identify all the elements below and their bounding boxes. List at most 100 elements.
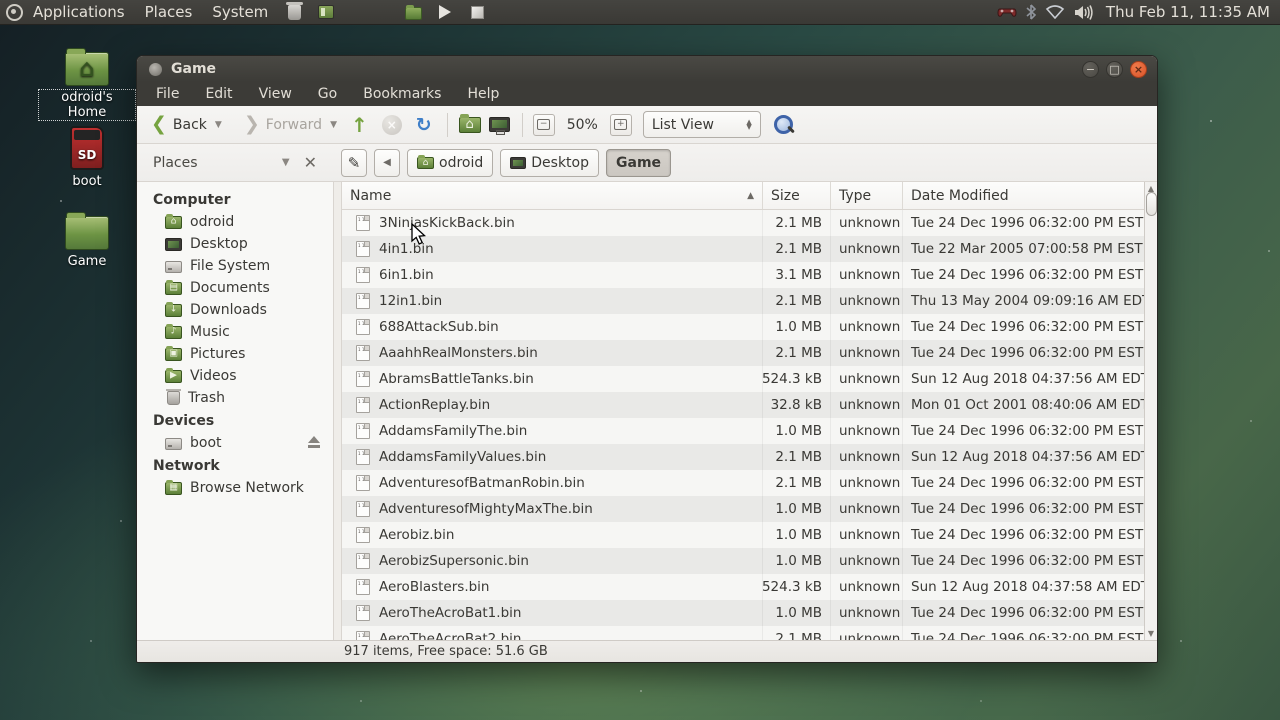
file-row[interactable]: 1 10 101AeroBlasters.bin524.3 kBunknownS…	[342, 574, 1144, 600]
search-icon[interactable]	[773, 114, 795, 136]
file-row[interactable]: 1 10 101AerobizSupersonic.bin1.0 MBunkno…	[342, 548, 1144, 574]
window-title: Game	[171, 61, 216, 77]
eject-icon[interactable]	[307, 436, 321, 448]
stop-load-button[interactable]: ×	[382, 115, 402, 135]
column-header-date[interactable]: Date Modified	[903, 182, 1144, 209]
clock[interactable]: Thu Feb 11, 11:35 AM	[1106, 3, 1270, 21]
edit-path-button[interactable]: ✎	[341, 149, 367, 177]
scroll-down-icon[interactable]: ▼	[1148, 629, 1154, 638]
file-row[interactable]: 1 10 101AaahhRealMonsters.bin2.1 MBunkno…	[342, 340, 1144, 366]
file-row[interactable]: 1 10 101AdventuresofMightyMaxThe.bin1.0 …	[342, 496, 1144, 522]
menu-applications[interactable]: Applications	[23, 0, 135, 25]
sidebar-item-file-system[interactable]: File System	[137, 255, 333, 277]
file-row[interactable]: 1 10 101Aerobiz.bin1.0 MBunknownTue 24 D…	[342, 522, 1144, 548]
sidebar-item-browse-network[interactable]: ▦Browse Network	[137, 477, 333, 499]
menu-places[interactable]: Places	[135, 0, 203, 25]
sidebar-item-pictures[interactable]: ▣Pictures	[137, 343, 333, 365]
back-button[interactable]: ❮ Back ▼	[145, 112, 228, 137]
videos-folder-icon: ▶	[165, 370, 182, 383]
sidebar-item-documents[interactable]: ▤Documents	[137, 277, 333, 299]
sidebar-section-computer: Computer	[137, 188, 333, 211]
view-mode-select[interactable]: List View ▲▼	[643, 111, 761, 138]
volume-icon[interactable]	[1074, 5, 1094, 20]
menu-bookmarks[interactable]: Bookmarks	[352, 86, 452, 102]
wifi-icon[interactable]	[1045, 5, 1065, 19]
file-type: unknown	[831, 418, 903, 444]
desktop-icon-boot[interactable]: SD boot	[39, 126, 135, 189]
zoom-out-button[interactable]: −	[533, 114, 555, 136]
trash-icon[interactable]	[283, 2, 305, 22]
path-scroll-left-button[interactable]: ◀	[374, 149, 400, 177]
sidebar-item-music[interactable]: ♪Music	[137, 321, 333, 343]
home-button[interactable]: ⌂	[455, 112, 485, 138]
pane-splitter[interactable]	[333, 182, 342, 640]
minimize-button[interactable]: −	[1082, 61, 1099, 78]
sidebar-item-desktop[interactable]: Desktop	[137, 233, 333, 255]
maximize-button[interactable]: □	[1106, 61, 1123, 78]
up-button[interactable]: ↑	[343, 113, 376, 137]
desktop-icon	[165, 238, 182, 251]
column-header-type[interactable]: Type	[831, 182, 903, 209]
file-row[interactable]: 1 10 101AbramsBattleTanks.bin524.3 kBunk…	[342, 366, 1144, 392]
desktop-button[interactable]	[485, 112, 515, 138]
titlebar[interactable]: Game − □ ×	[137, 56, 1157, 82]
file-row[interactable]: 1 10 101AddamsFamilyThe.bin1.0 MBunknown…	[342, 418, 1144, 444]
menu-go[interactable]: Go	[307, 86, 348, 102]
menu-view[interactable]: View	[248, 86, 303, 102]
sidebar-item-downloads[interactable]: ↓Downloads	[137, 299, 333, 321]
menu-system[interactable]: System	[202, 0, 278, 25]
file-type: unknown	[831, 262, 903, 288]
column-header-size[interactable]: Size	[763, 182, 831, 209]
file-name: AeroTheAcroBat1.bin	[379, 605, 521, 621]
file-row[interactable]: 1 10 101AeroTheAcroBat2.bin2.1 MBunknown…	[342, 626, 1144, 640]
sidebar-item-label: Trash	[188, 390, 225, 406]
menu-file[interactable]: File	[145, 86, 190, 102]
forward-dropdown-icon[interactable]: ▼	[330, 120, 337, 130]
sidebar-item-trash[interactable]: Trash	[137, 387, 333, 409]
file-date-modified: Tue 24 Dec 1996 06:32:00 PM EST	[903, 496, 1144, 522]
file-manager-icon[interactable]	[402, 2, 424, 22]
path-segment-odroid[interactable]: ⌂ odroid	[407, 149, 493, 177]
distro-logo-icon[interactable]	[6, 4, 23, 21]
file-row[interactable]: 1 10 1013NinjasKickBack.bin2.1 MBunknown…	[342, 210, 1144, 236]
bluetooth-icon[interactable]	[1026, 4, 1036, 20]
zoom-in-button[interactable]: +	[610, 114, 632, 136]
play-icon[interactable]	[434, 2, 456, 22]
stop-icon[interactable]	[466, 2, 488, 22]
sidebar-item-odroid[interactable]: ⌂odroid	[137, 211, 333, 233]
file-row[interactable]: 1 10 101AeroTheAcroBat1.bin1.0 MBunknown…	[342, 600, 1144, 626]
desktop-icon-home[interactable]: ⌂ odroid's Home	[39, 52, 135, 120]
show-desktop-icon[interactable]	[315, 2, 337, 22]
path-segment-game[interactable]: Game	[606, 149, 671, 177]
vertical-scrollbar[interactable]: ▲ ▼	[1144, 182, 1157, 640]
file-row[interactable]: 1 10 10112in1.bin2.1 MBunknownThu 13 May…	[342, 288, 1144, 314]
menubar: File Edit View Go Bookmarks Help	[137, 82, 1157, 106]
file-row[interactable]: 1 10 1014in1.bin2.1 MBunknownTue 22 Mar …	[342, 236, 1144, 262]
file-date-modified: Tue 24 Dec 1996 06:32:00 PM EST	[903, 210, 1144, 236]
file-row[interactable]: 1 10 1016in1.bin3.1 MBunknownTue 24 Dec …	[342, 262, 1144, 288]
forward-button[interactable]: ❯ Forward ▼	[238, 112, 343, 137]
desktop-icon-game[interactable]: Game	[39, 216, 135, 269]
places-dropdown-icon[interactable]: ▼	[282, 157, 290, 168]
column-header-name[interactable]: Name ▲	[342, 182, 763, 209]
refresh-button[interactable]: ↻	[408, 114, 440, 136]
file-name: AaahhRealMonsters.bin	[379, 345, 538, 361]
menu-help[interactable]: Help	[456, 86, 510, 102]
places-header: Places ▼ ✕	[137, 153, 333, 172]
scrollbar-thumb[interactable]	[1146, 192, 1157, 216]
sort-ascending-icon: ▲	[747, 191, 754, 201]
file-row[interactable]: 1 10 101ActionReplay.bin32.8 kBunknownMo…	[342, 392, 1144, 418]
file-row[interactable]: 1 10 101AddamsFamilyValues.bin2.1 MBunkn…	[342, 444, 1144, 470]
file-row[interactable]: 1 10 101AdventuresofBatmanRobin.bin2.1 M…	[342, 470, 1144, 496]
sidebar-item-boot[interactable]: boot	[137, 432, 333, 454]
path-segment-desktop[interactable]: Desktop	[500, 149, 599, 177]
file-row[interactable]: 1 10 101688AttackSub.bin1.0 MBunknownTue…	[342, 314, 1144, 340]
file-date-modified: Tue 24 Dec 1996 06:32:00 PM EST	[903, 548, 1144, 574]
gamepad-icon[interactable]	[997, 5, 1017, 19]
places-close-icon[interactable]: ✕	[304, 153, 317, 172]
file-date-modified: Tue 24 Dec 1996 06:32:00 PM EST	[903, 600, 1144, 626]
sidebar-item-videos[interactable]: ▶Videos	[137, 365, 333, 387]
back-dropdown-icon[interactable]: ▼	[215, 120, 222, 130]
close-button[interactable]: ×	[1130, 61, 1147, 78]
menu-edit[interactable]: Edit	[194, 86, 243, 102]
